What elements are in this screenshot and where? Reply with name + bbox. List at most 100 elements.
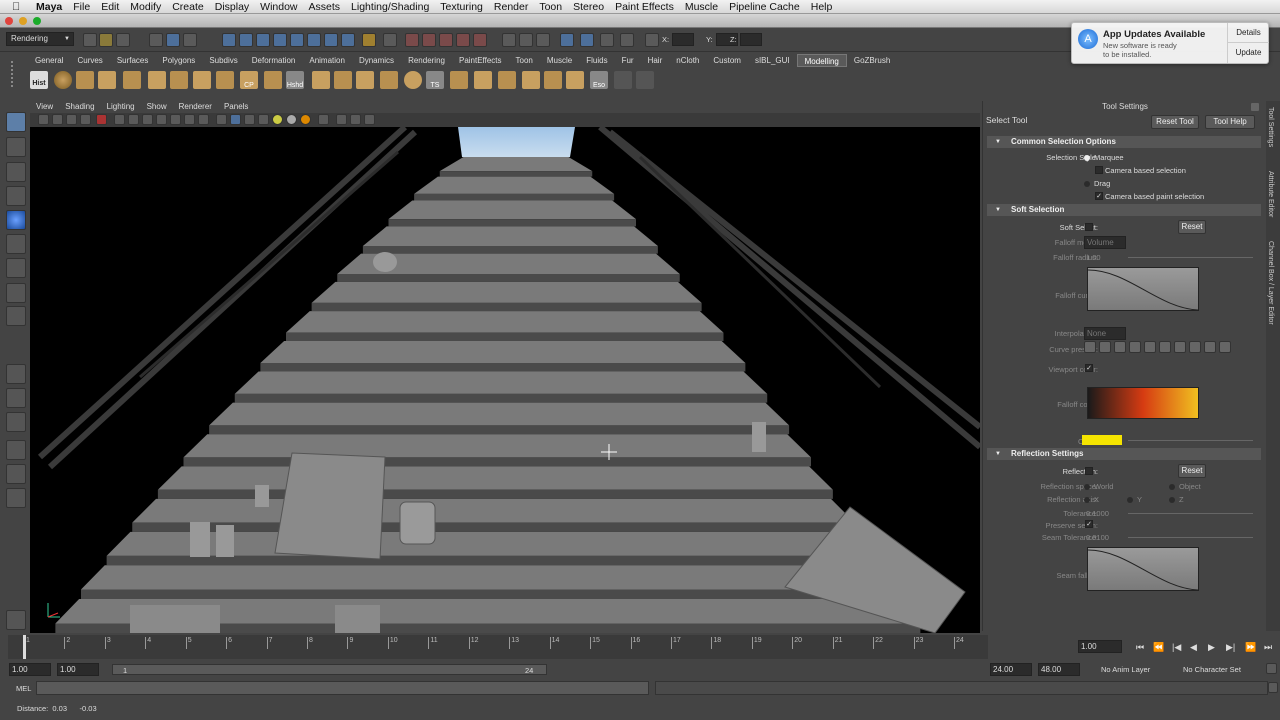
mask-icon-2[interactable]: [239, 33, 253, 47]
menu-assets[interactable]: Assets: [309, 1, 341, 13]
axis-y-radio[interactable]: [1127, 497, 1133, 503]
minimize-window-icon[interactable]: [19, 17, 27, 25]
shadows-icon[interactable]: [286, 114, 297, 125]
interpolation-dropdown[interactable]: None: [1084, 327, 1126, 340]
tool-icon-a[interactable]: [614, 71, 632, 89]
xray-joints-icon[interactable]: [350, 114, 361, 125]
single-perspective-layout-icon[interactable]: [6, 364, 26, 384]
custom-layout-icon[interactable]: [6, 488, 26, 508]
mask-icon-6[interactable]: [307, 33, 321, 47]
soft-mod-tool-icon[interactable]: [6, 283, 26, 303]
safe-action-icon[interactable]: [184, 114, 195, 125]
menu-create[interactable]: Create: [172, 1, 204, 13]
playback-end-field[interactable]: 24.00: [990, 663, 1032, 676]
shelf-tab-sibl-gui[interactable]: sIBL_GUI: [747, 54, 797, 67]
menu-muscle[interactable]: Muscle: [685, 1, 718, 13]
ipr-render-icon[interactable]: [560, 33, 574, 47]
menu-render[interactable]: Render: [494, 1, 528, 13]
lock-icon[interactable]: [362, 33, 376, 47]
current-frame-field[interactable]: 1.00: [1078, 640, 1122, 653]
shelf-tab-dynamics[interactable]: Dynamics: [351, 54, 402, 67]
bookmark-icon[interactable]: [66, 114, 77, 125]
hypershade-layout-icon[interactable]: [6, 464, 26, 484]
curve-preset-8[interactable]: [1189, 341, 1201, 353]
reset-tool-button[interactable]: Reset Tool: [1151, 115, 1199, 129]
falloff-radius-value[interactable]: 1.00: [1086, 253, 1101, 262]
insert-edge-loop-icon[interactable]: [216, 71, 234, 89]
boolean-icon[interactable]: [380, 71, 398, 89]
safe-title-icon[interactable]: [198, 114, 209, 125]
select-component-icon[interactable]: [183, 33, 197, 47]
history-shelf-icon[interactable]: Hist: [30, 71, 48, 89]
lasso-tool-icon[interactable]: [6, 137, 26, 157]
object-radio[interactable]: [1169, 484, 1175, 490]
eso-shelf-icon[interactable]: Eso: [590, 71, 608, 89]
menu-pipeline-cache[interactable]: Pipeline Cache: [729, 1, 800, 13]
menuset-dropdown[interactable]: Rendering ▼: [6, 32, 74, 46]
shelf-tab-subdivs[interactable]: Subdivs: [202, 54, 245, 67]
history-icon[interactable]: [502, 33, 516, 47]
viewport-menu-show[interactable]: Show: [141, 101, 173, 113]
menu-toon[interactable]: Toon: [539, 1, 562, 13]
snap-view-icon[interactable]: [439, 33, 453, 47]
render-icon[interactable]: [536, 33, 550, 47]
viewport-color-checkbox[interactable]: ✓: [1085, 364, 1093, 372]
mask-icon-1[interactable]: [222, 33, 236, 47]
curve-preset-2[interactable]: [1099, 341, 1111, 353]
playback-start-field[interactable]: 1.00: [57, 663, 99, 676]
grid-icon[interactable]: [114, 114, 125, 125]
camera-based-paint-checkbox[interactable]: ✓: [1095, 192, 1103, 200]
select-camera-icon[interactable]: [38, 114, 49, 125]
shelf-tab-general[interactable]: General: [28, 54, 71, 67]
falloff-color-ramp[interactable]: [1087, 387, 1199, 419]
save-scene-icon[interactable]: [116, 33, 130, 47]
render-settings-icon[interactable]: [580, 33, 594, 47]
menu-window[interactable]: Window: [260, 1, 297, 13]
tolerance-slider[interactable]: [1128, 513, 1253, 514]
smooth-icon[interactable]: [264, 71, 282, 89]
wireframe-toggle-icon[interactable]: [6, 610, 26, 630]
falloff-curve-graph[interactable]: [1087, 267, 1199, 311]
mask-icon-7[interactable]: [324, 33, 338, 47]
paint-select-tool-icon[interactable]: [6, 162, 26, 182]
xray-components-icon[interactable]: [364, 114, 375, 125]
shelf-tab-modelling[interactable]: Modelling: [796, 54, 847, 67]
perspective-viewport[interactable]: [30, 127, 980, 633]
marquee-radio[interactable]: [1084, 155, 1090, 161]
falloff-radius-slider[interactable]: [1128, 257, 1253, 258]
use-all-lights-icon[interactable]: [272, 114, 283, 125]
shelf-tab-toon[interactable]: Toon: [508, 54, 540, 67]
shelf-tab-painteffects[interactable]: PaintEffects: [451, 54, 509, 67]
reflection-reset-button[interactable]: Reset: [1178, 464, 1206, 478]
world-radio[interactable]: [1084, 484, 1090, 490]
snap-surface-icon[interactable]: [456, 33, 470, 47]
persp-graph-layout-icon[interactable]: [6, 440, 26, 460]
play-forward-icon[interactable]: ▶: [1208, 642, 1215, 653]
side-tab-tool-settings[interactable]: Tool Settings: [1267, 107, 1274, 147]
four-view-layout-icon[interactable]: [6, 388, 26, 408]
mirror-icon[interactable]: [356, 71, 374, 89]
default-light-icon[interactable]: [300, 114, 311, 125]
color-swatch[interactable]: [1082, 435, 1122, 445]
combine-icon[interactable]: [312, 71, 330, 89]
go-to-start-icon[interactable]: ⏮: [1136, 642, 1144, 653]
menu-edit[interactable]: Edit: [101, 1, 119, 13]
end-time-field[interactable]: 48.00: [1038, 663, 1080, 676]
mask-icon-8[interactable]: [341, 33, 355, 47]
camera-based-selection-checkbox[interactable]: [1095, 166, 1103, 174]
start-time-field[interactable]: 1.00: [9, 663, 51, 676]
shelf-tab-fur[interactable]: Fur: [614, 54, 641, 67]
character-set-dropdown[interactable]: No Character Set: [1183, 665, 1241, 674]
time-slider[interactable]: 1 2 3 4 5 6 7 8 9 10 11 12 13 14 15 16 17 18 19 20 21 22 23 24: [8, 635, 988, 659]
shelf-tab-curves[interactable]: Curves: [70, 54, 110, 67]
append-icon[interactable]: [522, 71, 540, 89]
cut-icon[interactable]: [544, 71, 562, 89]
select-object-icon[interactable]: [166, 33, 180, 47]
viewport-menu-panels[interactable]: Panels: [218, 101, 254, 113]
camera-attributes-icon[interactable]: [52, 114, 63, 125]
film-gate-icon[interactable]: [128, 114, 139, 125]
tool-icon-b[interactable]: [636, 71, 654, 89]
zoom-window-icon[interactable]: [33, 17, 41, 25]
ts-shelf-icon[interactable]: TS: [426, 71, 444, 89]
menu-app-maya[interactable]: Maya: [36, 1, 62, 13]
